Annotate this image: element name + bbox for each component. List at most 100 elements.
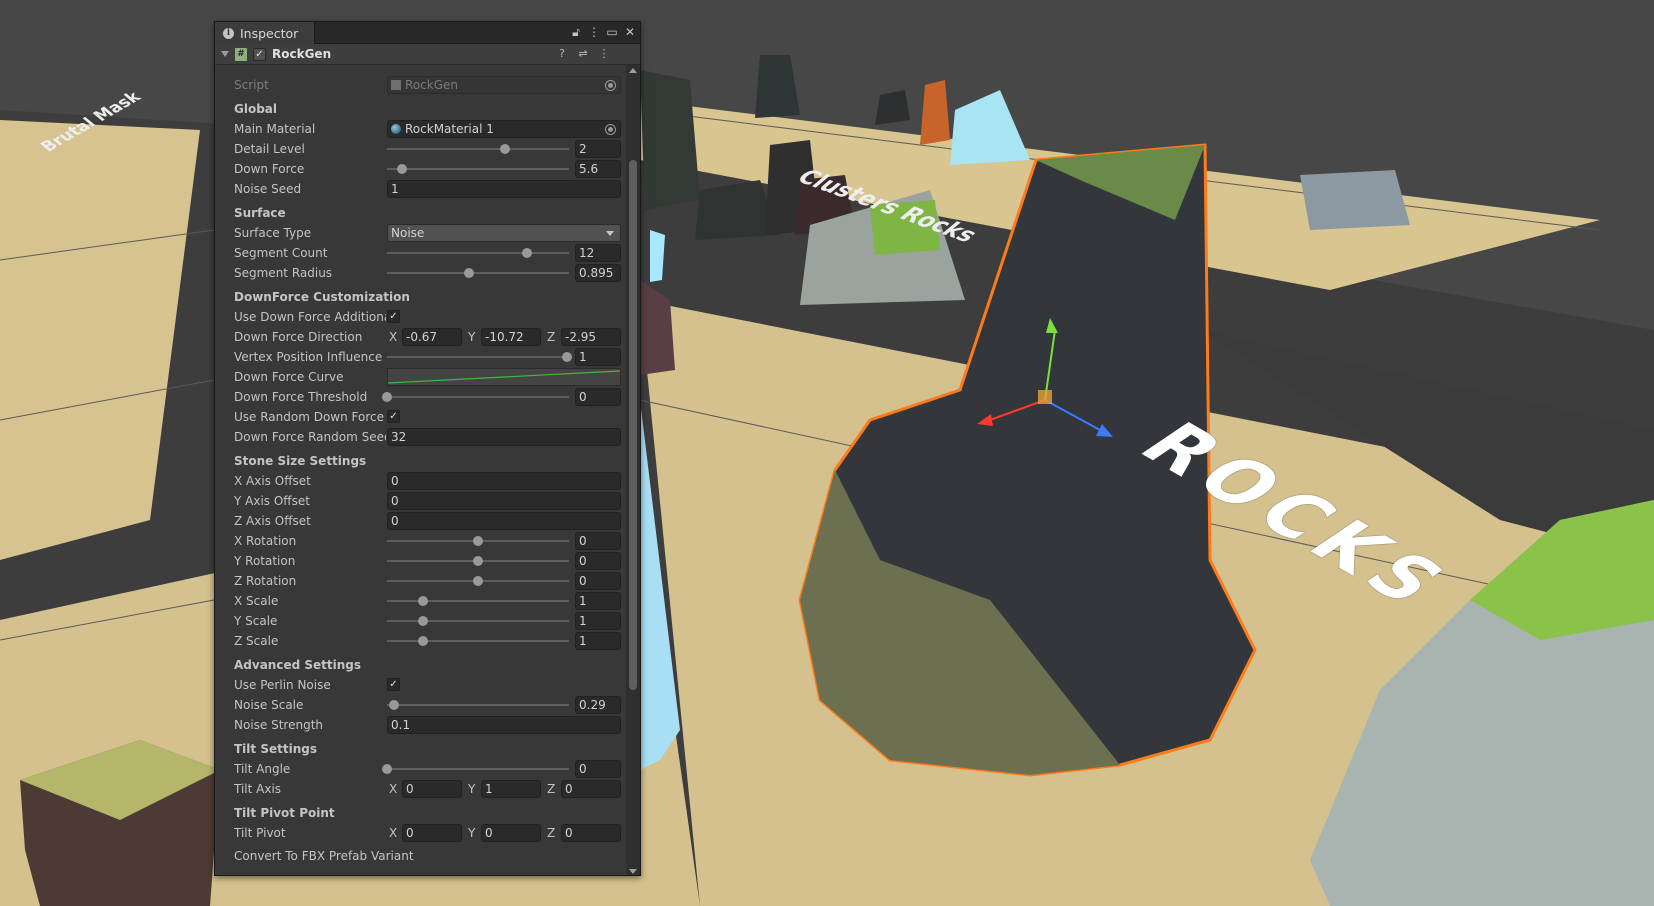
slider-knob[interactable]: [418, 616, 429, 626]
chevron-down-icon[interactable]: [221, 51, 229, 57]
y-scale-input[interactable]: 1: [575, 612, 621, 630]
vertex-influence-slider[interactable]: [387, 352, 573, 362]
surface-type-dropdown[interactable]: Noise: [387, 224, 621, 242]
tilt-angle-input[interactable]: 0: [575, 760, 621, 778]
use-perlin-label: Use Perlin Noise: [234, 678, 331, 692]
surface-type-label: Surface Type: [234, 226, 312, 240]
object-picker-icon[interactable]: [605, 124, 616, 135]
slider-knob[interactable]: [473, 556, 483, 566]
scroll-down-icon[interactable]: [629, 869, 637, 874]
slider-knob[interactable]: [522, 248, 533, 258]
x-scale-slider[interactable]: [387, 596, 569, 606]
noise-seed-input[interactable]: 1: [387, 180, 621, 198]
inspector-scrollbar[interactable]: [626, 65, 640, 875]
row-surface-type: Surface Type Noise: [215, 223, 628, 243]
z-scale-slider[interactable]: [387, 636, 569, 646]
more-icon[interactable]: ⋮: [588, 25, 600, 39]
x-offset-input[interactable]: 0: [387, 472, 621, 490]
slider-knob[interactable]: [500, 144, 511, 154]
x-rotation-input[interactable]: 0: [575, 532, 621, 550]
z-rotation-slider[interactable]: [387, 576, 569, 586]
y-offset-input[interactable]: 0: [387, 492, 621, 510]
tilt-axis-x[interactable]: 0: [402, 780, 462, 798]
header-tilt: Tilt Settings: [234, 742, 317, 756]
tilt-pivot-label: Tilt Pivot: [234, 826, 286, 840]
vertex-influence-label: Vertex Position Influence: [234, 350, 383, 364]
segment-count-input[interactable]: 12: [575, 244, 621, 262]
slider-knob[interactable]: [396, 164, 407, 174]
scrollbar-thumb[interactable]: [629, 160, 637, 690]
main-material-value: RockMaterial 1: [405, 122, 494, 136]
slider-knob[interactable]: [463, 268, 474, 278]
help-icon[interactable]: ?: [556, 48, 568, 60]
main-material-field[interactable]: RockMaterial 1: [387, 120, 621, 138]
downforce-direction-y[interactable]: -10.72: [481, 328, 541, 346]
noise-strength-input[interactable]: 0.1: [387, 716, 621, 734]
down-force-label: Down Force: [234, 162, 305, 176]
y-scale-slider[interactable]: [387, 616, 569, 626]
y-rotation-input[interactable]: 0: [575, 552, 621, 570]
slider-knob[interactable]: [473, 576, 483, 586]
row-noise-seed: Noise Seed 1: [215, 179, 628, 199]
slider-knob[interactable]: [389, 700, 400, 710]
x-scale-input[interactable]: 1: [575, 592, 621, 610]
tilt-pivot-y[interactable]: 0: [481, 824, 541, 842]
row-y-rotation: Y Rotation 0: [215, 551, 628, 571]
convert-fbx-button[interactable]: Convert To FBX Prefab Variant: [234, 849, 534, 861]
component-menu-icon[interactable]: ⋮: [598, 48, 610, 60]
slider-knob[interactable]: [418, 636, 429, 646]
down-force-input[interactable]: 5.6: [575, 160, 621, 178]
scroll-up-icon[interactable]: [629, 68, 637, 73]
close-icon[interactable]: ✕: [624, 25, 636, 39]
slider-knob[interactable]: [382, 392, 392, 402]
detail-level-slider[interactable]: [387, 144, 569, 154]
preset-icon[interactable]: ⇌: [577, 48, 589, 60]
slider-knob[interactable]: [562, 352, 573, 362]
tilt-pivot-z[interactable]: 0: [561, 824, 621, 842]
header-global: Global: [234, 102, 278, 116]
slider-knob[interactable]: [382, 764, 392, 774]
downforce-threshold-input[interactable]: 0: [575, 388, 621, 406]
noise-scale-input[interactable]: 0.29: [575, 696, 621, 714]
use-downforce-additional-checkbox[interactable]: ✓: [387, 310, 400, 323]
use-perlin-checkbox[interactable]: ✓: [387, 678, 400, 691]
y-label: Y: [468, 330, 476, 344]
vertex-influence-input[interactable]: 1: [575, 348, 621, 366]
downforce-direction-x[interactable]: -0.67: [402, 328, 462, 346]
use-random-downforce-checkbox[interactable]: ✓: [387, 410, 400, 423]
component-header[interactable]: # ✓ RockGen ? ⇌ ⋮: [215, 44, 640, 65]
downforce-curve-field[interactable]: [387, 368, 621, 386]
script-icon: #: [235, 47, 247, 61]
noise-scale-slider[interactable]: [387, 700, 569, 710]
script-field: RockGen: [387, 76, 621, 94]
z-rotation-input[interactable]: 0: [575, 572, 621, 590]
z-offset-input[interactable]: 0: [387, 512, 621, 530]
row-vertex-influence: Vertex Position Influence 1: [215, 347, 628, 367]
z-scale-input[interactable]: 1: [575, 632, 621, 650]
downforce-threshold-label: Down Force Threshold: [234, 390, 368, 404]
maximize-icon[interactable]: ▭: [606, 25, 618, 39]
detail-level-input[interactable]: 2: [575, 140, 621, 158]
tab-inspector[interactable]: i Inspector: [215, 22, 315, 45]
y-scale-label: Y Scale: [234, 614, 278, 628]
slider-knob[interactable]: [473, 536, 483, 546]
tilt-axis-z[interactable]: 0: [561, 780, 621, 798]
downforce-direction-z[interactable]: -2.95: [561, 328, 621, 346]
segment-radius-input[interactable]: 0.895: [575, 264, 621, 282]
x-rotation-slider[interactable]: [387, 536, 569, 546]
random-seed-input[interactable]: 32: [387, 428, 621, 446]
segment-count-slider[interactable]: [387, 248, 569, 258]
lock-icon[interactable]: 🔓︎: [570, 25, 582, 39]
tilt-pivot-x[interactable]: 0: [402, 824, 462, 842]
component-enabled-checkbox[interactable]: ✓: [253, 47, 266, 61]
y-rotation-slider[interactable]: [387, 556, 569, 566]
down-force-slider[interactable]: [387, 164, 569, 174]
slider-knob[interactable]: [418, 596, 429, 606]
downforce-threshold-slider[interactable]: [382, 392, 569, 402]
segment-radius-slider[interactable]: [387, 268, 569, 278]
row-z-scale: Z Scale 1: [215, 631, 628, 651]
row-convert-button: Convert To FBX Prefab Variant: [215, 847, 628, 861]
tilt-axis-y[interactable]: 1: [481, 780, 541, 798]
tilt-angle-slider[interactable]: [382, 764, 569, 774]
row-detail-level: Detail Level 2: [215, 139, 628, 159]
